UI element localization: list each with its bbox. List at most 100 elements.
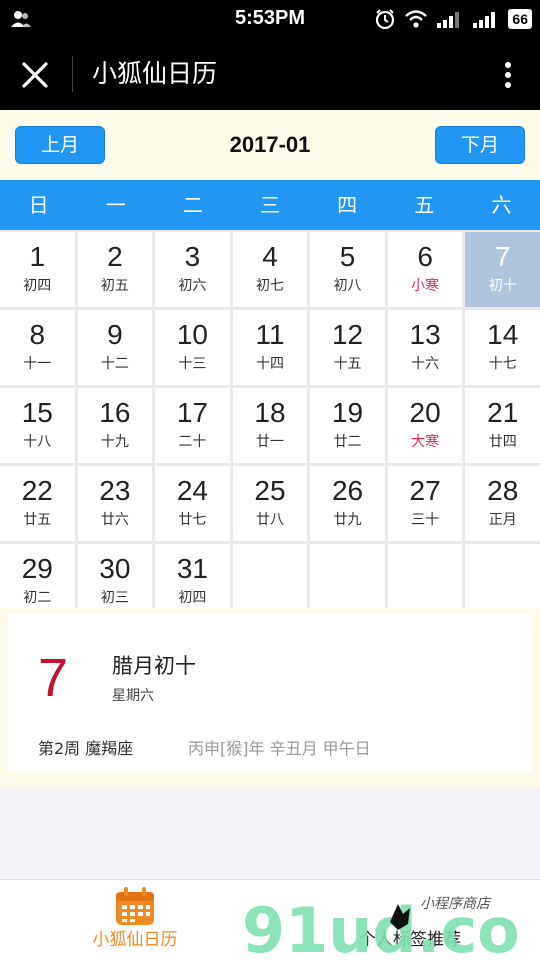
lunar-day-label: 廿二 bbox=[333, 434, 362, 450]
lunar-day-label: 三十 bbox=[411, 512, 440, 528]
weekday-label: 一 bbox=[105, 193, 126, 217]
day-cell[interactable]: 16 十九 bbox=[77, 388, 153, 463]
day-number: 15 bbox=[21, 397, 53, 428]
page-title: 小狐仙日历 bbox=[92, 59, 218, 88]
day-cell[interactable]: 21 廿四 bbox=[465, 388, 540, 463]
lunar-day-label: 十六 bbox=[411, 356, 440, 372]
next-month-button[interactable]: 下月 bbox=[435, 126, 525, 164]
day-number: 8 bbox=[29, 319, 46, 350]
calendar-grid: 1 初四 2 初五 3 初六 4 初七 5 初八 6 小寒 7 初十 8 十一 9 十二 10 十三 11 十四 12 十五 1… bbox=[0, 230, 540, 619]
more-menu-button[interactable] bbox=[498, 58, 518, 92]
status-icons: 66 bbox=[374, 7, 532, 31]
day-number: 22 bbox=[21, 475, 53, 506]
lunar-day-label: 十七 bbox=[488, 356, 517, 372]
lunar-day-label: 十三 bbox=[178, 356, 207, 372]
lunar-day-label: 十五 bbox=[333, 356, 362, 372]
tab-calendar[interactable]: 小狐仙日历 bbox=[60, 880, 210, 960]
day-cell[interactable]: 7 初十 bbox=[465, 232, 540, 307]
day-number: 4 bbox=[262, 241, 278, 272]
weekday-label: 六 bbox=[491, 193, 512, 217]
signal-icon bbox=[437, 12, 460, 28]
lunar-day-label: 廿七 bbox=[178, 512, 207, 528]
lunar-day-label: 初三 bbox=[100, 590, 129, 606]
lunar-day-label: 十四 bbox=[255, 356, 284, 372]
lunar-day-label: 廿四 bbox=[488, 434, 517, 450]
day-cell[interactable]: 23 廿六 bbox=[77, 466, 153, 541]
battery-indicator: 66 bbox=[508, 9, 532, 29]
lunar-day-label: 廿五 bbox=[23, 512, 52, 528]
lunar-day-label: 廿一 bbox=[255, 434, 284, 450]
day-number: 2 bbox=[107, 241, 123, 272]
lunar-day-label: 初五 bbox=[100, 278, 129, 294]
more-dot-icon bbox=[505, 62, 511, 68]
day-cell[interactable]: 11 十四 bbox=[232, 310, 308, 385]
day-cell[interactable]: 25 廿八 bbox=[232, 466, 308, 541]
day-cell[interactable]: 22 廿五 bbox=[0, 466, 75, 541]
day-number: 28 bbox=[487, 475, 519, 506]
day-number: 24 bbox=[176, 475, 208, 506]
day-cell[interactable]: 19 廿二 bbox=[310, 388, 385, 463]
detail-weekday: 星期六 bbox=[112, 688, 154, 704]
status-bar: 5:53PM 66 bbox=[0, 0, 540, 38]
day-cell[interactable]: 26 廿九 bbox=[310, 466, 385, 541]
day-cell[interactable]: 14 十七 bbox=[465, 310, 540, 385]
navigation-bar: 小狐仙日历 bbox=[0, 38, 540, 110]
weekday-label: 三 bbox=[259, 193, 280, 217]
weekday-label: 二 bbox=[182, 193, 203, 217]
day-cell[interactable]: 5 初八 bbox=[310, 232, 385, 307]
more-dot-icon bbox=[505, 72, 511, 78]
day-number: 27 bbox=[409, 475, 441, 506]
day-number: 29 bbox=[21, 553, 53, 584]
lunar-day-label: 初八 bbox=[333, 278, 362, 294]
day-number: 6 bbox=[417, 241, 433, 272]
day-number: 7 bbox=[494, 241, 511, 272]
day-number: 1 bbox=[29, 241, 46, 272]
weekday-label: 五 bbox=[414, 193, 435, 217]
day-cell[interactable]: 3 初六 bbox=[155, 232, 230, 307]
day-cell[interactable]: 15 十八 bbox=[0, 388, 75, 463]
lunar-day-label: 初四 bbox=[178, 590, 207, 606]
solar-term-label: 小寒 bbox=[411, 278, 440, 294]
day-cell[interactable]: 1 初四 bbox=[0, 232, 75, 307]
day-number: 14 bbox=[487, 319, 519, 350]
lunar-day-label: 初二 bbox=[23, 590, 52, 606]
close-icon[interactable] bbox=[20, 60, 50, 90]
detail-week-zodiac: 第2周 魔羯座 bbox=[38, 739, 134, 758]
day-number: 30 bbox=[99, 553, 131, 584]
lunar-day-label: 十九 bbox=[100, 434, 129, 450]
lunar-day-label: 廿八 bbox=[255, 512, 284, 528]
day-cell[interactable]: 8 十一 bbox=[0, 310, 75, 385]
day-number: 25 bbox=[254, 475, 286, 506]
day-cell[interactable]: 17 二十 bbox=[155, 388, 230, 463]
day-cell[interactable]: 9 十二 bbox=[77, 310, 153, 385]
tab-tag-recommend[interactable]: 个人标签推荐 bbox=[330, 880, 490, 960]
weekday-label: 四 bbox=[337, 193, 358, 217]
day-cell[interactable]: 24 廿七 bbox=[155, 466, 230, 541]
day-cell[interactable]: 20 大寒 bbox=[387, 388, 463, 463]
day-cell[interactable]: 28 正月 bbox=[465, 466, 540, 541]
day-cell[interactable]: 27 三十 bbox=[387, 466, 463, 541]
day-detail-card: 7 腊月初十 星期六 第2周 魔羯座 丙申[猴]年 辛丑月 甲午日 bbox=[8, 614, 532, 772]
day-number: 26 bbox=[331, 475, 364, 506]
day-number: 13 bbox=[409, 319, 441, 350]
detail-lunar-date: 腊月初十 bbox=[112, 654, 196, 678]
day-number: 21 bbox=[487, 397, 519, 428]
day-cell[interactable]: 10 十三 bbox=[155, 310, 230, 385]
more-dot-icon bbox=[505, 82, 511, 88]
day-cell[interactable]: 2 初五 bbox=[77, 232, 153, 307]
day-cell[interactable]: 6 小寒 bbox=[387, 232, 463, 307]
lunar-day-label: 初十 bbox=[488, 278, 517, 294]
wifi-icon bbox=[405, 10, 428, 28]
day-number: 17 bbox=[176, 397, 208, 428]
day-detail-section: 7 腊月初十 星期六 第2周 魔羯座 丙申[猴]年 辛丑月 甲午日 bbox=[0, 608, 540, 788]
day-number: 11 bbox=[255, 319, 285, 350]
day-number: 12 bbox=[331, 319, 364, 350]
lunar-day-label: 初四 bbox=[23, 278, 52, 294]
day-cell[interactable]: 18 廿一 bbox=[232, 388, 308, 463]
day-number: 9 bbox=[107, 319, 123, 350]
day-cell[interactable]: 13 十六 bbox=[387, 310, 463, 385]
day-cell[interactable]: 12 十五 bbox=[310, 310, 385, 385]
detail-day-number: 7 bbox=[38, 648, 69, 708]
day-cell[interactable]: 4 初七 bbox=[232, 232, 308, 307]
lunar-day-label: 正月 bbox=[488, 512, 517, 528]
